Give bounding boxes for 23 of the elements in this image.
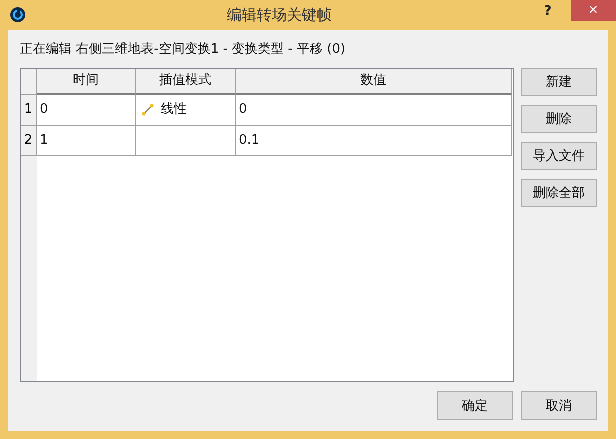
help-button[interactable]: ?	[533, 1, 563, 22]
action-button[interactable]: 删除	[521, 105, 597, 133]
table-cell: 0	[236, 95, 512, 126]
row-header[interactable]: 1	[21, 95, 37, 126]
column-header[interactable]: 数值	[236, 69, 512, 95]
table-cell: 0	[37, 95, 136, 126]
corner-header	[21, 69, 37, 95]
column-header[interactable]: 时间	[37, 69, 136, 95]
editing-label: 正在编辑 右侧三维地表-空间变换1 - 变换类型 - 平移 (0)	[20, 41, 347, 59]
close-button[interactable]: ×	[571, 0, 616, 21]
linear-curve-icon	[142, 104, 154, 116]
action-button[interactable]: 导入文件	[521, 142, 597, 170]
table-cell: 1	[37, 126, 136, 156]
window-title: 编辑转场关键帧	[226, 5, 333, 26]
action-button[interactable]: 删除全部	[521, 179, 597, 207]
column-header[interactable]: 插值模式	[136, 69, 236, 95]
table-cell-text: 线性	[161, 101, 187, 119]
row-header[interactable]: 2	[21, 126, 37, 156]
dialog-button[interactable]: 取消	[521, 391, 597, 420]
table-cell: 0.1	[236, 126, 512, 156]
app-icon	[10, 7, 26, 23]
dialog-button[interactable]: 确定	[437, 391, 513, 420]
action-button[interactable]: 新建	[521, 68, 597, 96]
